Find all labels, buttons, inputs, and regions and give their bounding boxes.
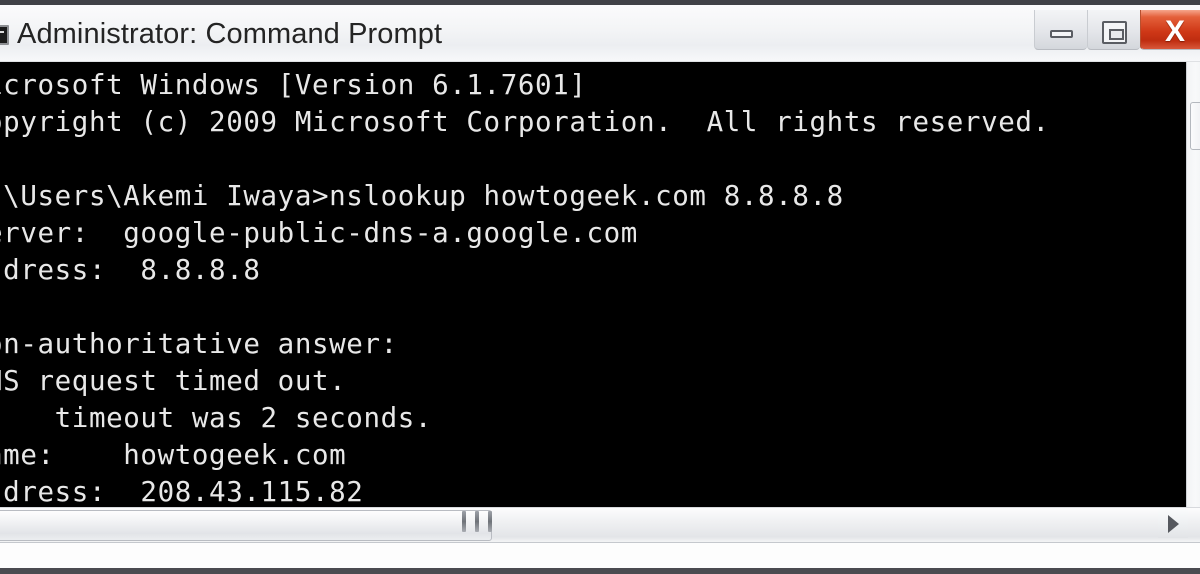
- console-line: on-authoritative answer:: [0, 328, 398, 360]
- console-line: icrosoft Windows [Version 6.1.7601]: [0, 69, 587, 101]
- window-bottom-filler: [0, 543, 1200, 568]
- horizontal-scrollbar-thumb[interactable]: [0, 510, 492, 541]
- minimize-button[interactable]: [1034, 10, 1087, 50]
- command-prompt-window: Administrator: Command Prompt X icrosoft…: [0, 0, 1200, 574]
- console-line: :\Users\Akemi Iwaya>nslookup howtogeek.c…: [0, 180, 844, 212]
- grip-dots-icon: [462, 511, 492, 532]
- console-line: ddress: 8.8.8.8: [0, 254, 261, 286]
- close-button[interactable]: X: [1140, 10, 1200, 50]
- console-line: erver: google-public-dns-a.google.com: [0, 217, 638, 249]
- console-line: opyright (c) 2009 Microsoft Corporation.…: [0, 106, 1050, 138]
- window-titlebar[interactable]: Administrator: Command Prompt X: [0, 5, 1200, 62]
- chevron-right-icon[interactable]: [1158, 509, 1188, 538]
- console-line: timeout was 2 seconds.: [0, 402, 433, 434]
- console-output-area[interactable]: icrosoft Windows [Version 6.1.7601] opyr…: [0, 62, 1186, 507]
- close-icon: X: [1164, 15, 1185, 48]
- console-text-block: icrosoft Windows [Version 6.1.7601] opyr…: [0, 67, 1186, 507]
- horizontal-scrollbar[interactable]: [0, 507, 1200, 543]
- console-line: NS request timed out.: [0, 365, 347, 397]
- console-window-icon: [0, 25, 9, 45]
- restore-button[interactable]: [1087, 10, 1140, 50]
- window-controls: X: [1034, 10, 1200, 50]
- window-title: Administrator: Command Prompt: [17, 18, 443, 50]
- restore-icon: [1102, 21, 1127, 44]
- window-frame-bottom-edge: [0, 568, 1200, 574]
- vertical-scrollbar[interactable]: [1186, 62, 1200, 507]
- minimize-icon: [1050, 30, 1073, 38]
- console-line: ame: howtogeek.com: [0, 439, 347, 471]
- vertical-scrollbar-thumb[interactable]: [1190, 102, 1200, 150]
- console-line: ddress: 208.43.115.82: [0, 476, 364, 507]
